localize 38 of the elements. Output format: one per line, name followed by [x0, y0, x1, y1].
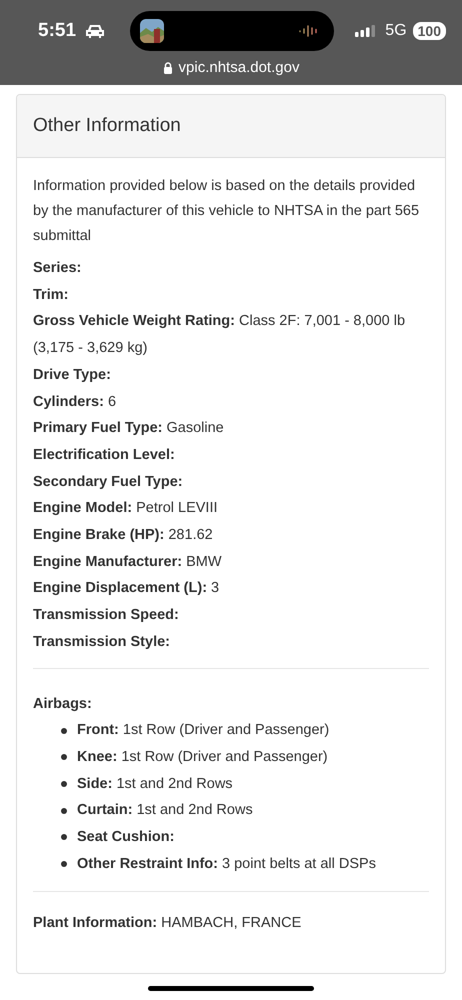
info-field: Series: [33, 255, 429, 282]
bullet-icon [61, 834, 67, 840]
info-field: Primary Fuel Type: Gasoline [33, 415, 429, 442]
bullet-icon [61, 728, 67, 734]
bullet-icon [61, 861, 67, 868]
info-field: Secondary Fuel Type: [33, 468, 429, 496]
info-field: Drive Type: [33, 362, 429, 389]
airbag-field: Seat Cushion: [77, 824, 174, 851]
info-field: Trim: [33, 282, 429, 308]
bullet-icon [61, 808, 67, 814]
info-field: Cylinders: 6 [33, 388, 429, 416]
bullet-icon [61, 781, 67, 787]
info-field: Engine Brake (HP): 281.62 [33, 522, 429, 549]
info-field: Engine Model: Petrol LEVIII [33, 495, 429, 522]
network-label: 5G [385, 22, 407, 40]
info-field: Gross Vehicle Weight Rating: Class 2F: 7,001 - 8,000 lb (3,175 - 3,629 kg) [33, 308, 429, 362]
airbag-field: Knee: 1st Row (Driver and Passenger) [77, 744, 328, 771]
info-field: Transmission Speed: [33, 602, 429, 629]
airbag-field: Curtain: 1st and 2nd Rows [77, 797, 253, 824]
info-field: Transmission Style: [33, 628, 429, 656]
airbag-field: Front: 1st Row (Driver and Passenger) [77, 717, 330, 744]
battery-indicator: 100 [412, 22, 446, 40]
info-field: Engine Displacement (L): 3 [33, 575, 429, 602]
plant-field: Plant Information: HAMBACH, FRANCE [33, 910, 429, 938]
dynamic-island[interactable] [130, 11, 334, 51]
bullet-icon [61, 754, 67, 760]
airbags-heading: Airbags: [33, 694, 93, 714]
signal-icon [355, 25, 376, 37]
car-icon [84, 23, 106, 39]
airbag-field: Other Restraint Info: 3 point belts at all DSPs [77, 850, 376, 878]
address-bar[interactable]: vpic.nhtsa.dot.gov [178, 59, 300, 76]
intro-text: Information provided below is based on the details provided by the manufacturer of this vehicle to NHTSA in the part 565 submittal [33, 177, 420, 246]
info-field: Engine Manufacturer: BMW [33, 548, 429, 576]
lock-icon [162, 62, 173, 74]
clock: 5:51 [38, 20, 76, 42]
card-title: Other Information [33, 115, 181, 137]
info-field: Electrification Level: [33, 442, 429, 469]
airbag-field: Side: 1st and 2nd Rows [77, 770, 233, 798]
